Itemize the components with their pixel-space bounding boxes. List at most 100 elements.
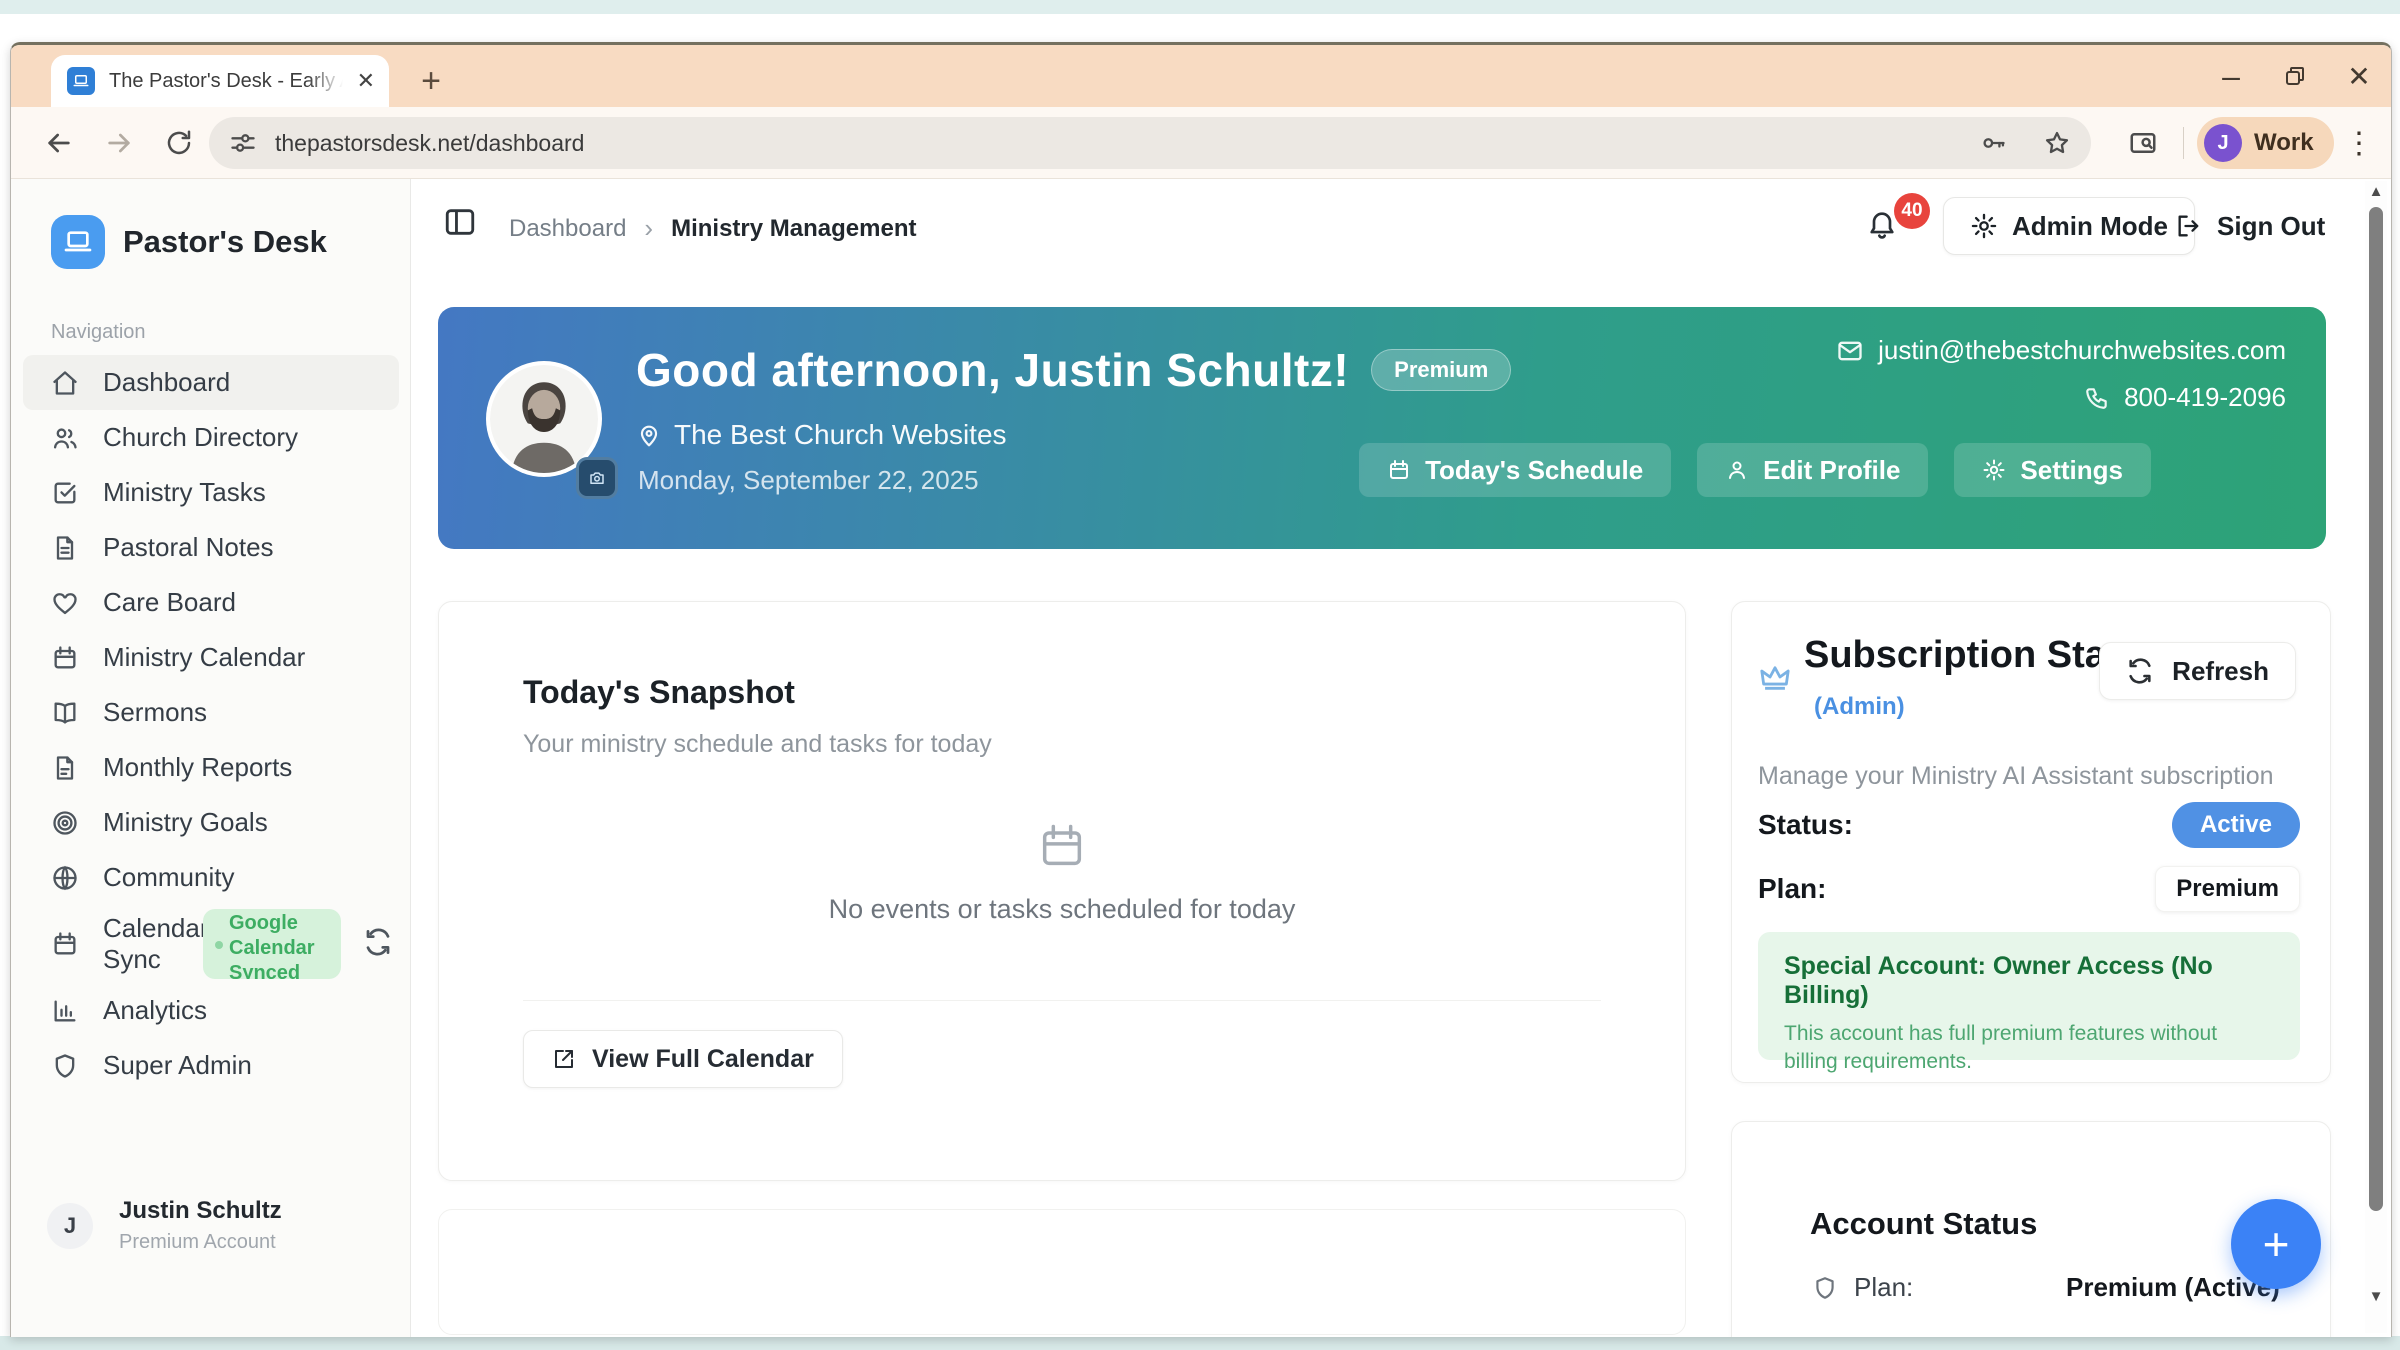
sidebar-item-sermons[interactable]: Sermons bbox=[23, 685, 399, 740]
refresh-icon bbox=[2126, 657, 2154, 685]
tab-close-icon[interactable]: ✕ bbox=[357, 70, 375, 92]
site-settings-icon[interactable] bbox=[229, 129, 257, 157]
book-open-icon bbox=[51, 699, 79, 727]
admin-mode-label: Admin Mode bbox=[2012, 211, 2168, 242]
gear-icon bbox=[1970, 212, 1998, 240]
address-bar[interactable]: thepastorsdesk.net/dashboard bbox=[209, 117, 2091, 169]
users-icon bbox=[51, 424, 79, 452]
sign-out-label: Sign Out bbox=[2217, 211, 2325, 242]
new-tab-button[interactable]: + bbox=[409, 59, 453, 103]
sidebar-item-care-board[interactable]: Care Board bbox=[23, 575, 399, 630]
scroll-up-arrow-icon[interactable]: ▲ bbox=[2365, 183, 2387, 200]
page-scrollbar[interactable]: ▲ ▼ bbox=[2365, 181, 2387, 1333]
tab-strip: The Pastor's Desk - Early Access ✕ + – ✕ bbox=[11, 45, 2391, 107]
greeting-title: Good afternoon, Justin Schultz! bbox=[636, 343, 1349, 397]
calendar-sync-icon bbox=[51, 930, 79, 958]
phone-icon bbox=[2084, 385, 2110, 411]
location-pin-icon bbox=[636, 422, 662, 448]
reload-button[interactable] bbox=[159, 123, 199, 163]
church-name: The Best Church Websites bbox=[674, 419, 1007, 451]
lower-card-partial bbox=[438, 1209, 1686, 1335]
sidebar-item-ministry-goals[interactable]: Ministry Goals bbox=[23, 795, 399, 850]
breadcrumb-chevron-icon: › bbox=[644, 213, 653, 244]
sidebar-item-dashboard[interactable]: Dashboard bbox=[23, 355, 399, 410]
heart-icon bbox=[51, 589, 79, 617]
sidebar: Pastor's Desk Navigation Dashboard Churc… bbox=[11, 179, 411, 1337]
snapshot-title: Today's Snapshot bbox=[523, 674, 795, 711]
special-account-body: This account has full premium features w… bbox=[1784, 1020, 2274, 1076]
sidebar-item-monthly-reports[interactable]: Monthly Reports bbox=[23, 740, 399, 795]
sidebar-item-church-directory[interactable]: Church Directory bbox=[23, 410, 399, 465]
file-text-icon bbox=[51, 534, 79, 562]
settings-gear-icon bbox=[1982, 458, 2006, 482]
forward-button[interactable] bbox=[99, 123, 139, 163]
schedule-calendar-icon bbox=[1387, 458, 1411, 482]
restore-button[interactable] bbox=[2263, 45, 2327, 107]
user-account-type: Premium Account bbox=[119, 1231, 282, 1254]
view-full-calendar-button[interactable]: View Full Calendar bbox=[523, 1030, 843, 1088]
special-account-notice: Special Account: Owner Access (No Billin… bbox=[1758, 932, 2300, 1060]
envelope-icon bbox=[1836, 337, 1864, 365]
sidebar-toggle-icon[interactable] bbox=[443, 205, 477, 239]
browser-profile-chip[interactable]: J Work bbox=[2197, 117, 2334, 169]
browser-tab[interactable]: The Pastor's Desk - Early Access ✕ bbox=[51, 55, 389, 107]
external-link-icon bbox=[552, 1047, 576, 1071]
current-date: Monday, September 22, 2025 bbox=[638, 465, 979, 496]
crown-icon bbox=[1758, 660, 1792, 694]
breadcrumb: Dashboard › Ministry Management bbox=[509, 213, 916, 244]
sidebar-item-analytics[interactable]: Analytics bbox=[23, 983, 399, 1038]
phone-value: 800-419-2096 bbox=[2124, 382, 2286, 413]
settings-button[interactable]: Settings bbox=[1954, 443, 2151, 497]
admin-mode-button[interactable]: Admin Mode bbox=[1943, 197, 2195, 255]
account-plan-row: Plan: bbox=[1812, 1272, 1913, 1303]
screen: The Pastor's Desk - Early Access ✕ + – ✕ bbox=[0, 0, 2400, 1350]
plan-row: Plan: Premium bbox=[1758, 866, 2300, 912]
sidebar-item-pastoral-notes[interactable]: Pastoral Notes bbox=[23, 520, 399, 575]
breadcrumb-current: Ministry Management bbox=[671, 215, 916, 243]
sidebar-user[interactable]: J Justin Schultz Premium Account bbox=[47, 1197, 282, 1254]
status-label: Status: bbox=[1758, 809, 1853, 841]
notifications-button[interactable]: 40 bbox=[1866, 207, 1898, 244]
tab-title: The Pastor's Desk - Early Access bbox=[109, 70, 343, 93]
todays-schedule-button[interactable]: Today's Schedule bbox=[1359, 443, 1671, 497]
google-calendar-synced-badge: Google Calendar Synced bbox=[203, 909, 341, 979]
sync-refresh-icon[interactable] bbox=[363, 927, 393, 957]
snapshot-subtitle: Your ministry schedule and tasks for tod… bbox=[523, 730, 992, 759]
camera-icon bbox=[588, 469, 606, 487]
profile-avatar: J bbox=[2204, 124, 2242, 162]
close-window-button[interactable]: ✕ bbox=[2327, 45, 2391, 107]
bookmark-star-icon[interactable] bbox=[2043, 129, 2071, 157]
refresh-button[interactable]: Refresh bbox=[2099, 642, 2296, 700]
email-value: justin@thebestchurchwebsites.com bbox=[1878, 335, 2286, 366]
shield-icon bbox=[51, 1052, 79, 1080]
status-badge: Active bbox=[2172, 802, 2300, 848]
user-name: Justin Schultz bbox=[119, 1197, 282, 1225]
globe-icon bbox=[51, 864, 79, 892]
password-key-icon[interactable] bbox=[1979, 129, 2007, 157]
breadcrumb-parent[interactable]: Dashboard bbox=[509, 215, 626, 243]
change-photo-button[interactable] bbox=[576, 457, 618, 499]
sidebar-item-super-admin[interactable]: Super Admin bbox=[23, 1038, 399, 1093]
user-avatar: J bbox=[47, 1203, 93, 1249]
add-floating-button[interactable]: + bbox=[2231, 1199, 2321, 1289]
sidebar-item-ministry-tasks[interactable]: Ministry Tasks bbox=[23, 465, 399, 520]
back-button[interactable] bbox=[39, 123, 79, 163]
minimize-button[interactable]: – bbox=[2199, 45, 2263, 107]
sidebar-item-calendar-sync[interactable]: Calendar Sync Google Calendar Synced bbox=[23, 905, 399, 983]
sidebar-item-community[interactable]: Community bbox=[23, 850, 399, 905]
premium-badge: Premium bbox=[1371, 349, 1511, 391]
edit-profile-button[interactable]: Edit Profile bbox=[1697, 443, 1928, 497]
sidebar-item-ministry-calendar[interactable]: Ministry Calendar bbox=[23, 630, 399, 685]
person-icon bbox=[1725, 458, 1749, 482]
scroll-down-arrow-icon[interactable]: ▼ bbox=[2365, 1288, 2387, 1305]
laptop-logo-icon bbox=[51, 215, 105, 269]
sign-out-button[interactable]: Sign Out bbox=[2163, 197, 2337, 255]
special-account-title: Special Account: Owner Access (No Billin… bbox=[1784, 952, 2274, 1010]
profile-label: Work bbox=[2254, 129, 2314, 157]
browser-menu-icon[interactable]: ⋮ bbox=[2339, 123, 2379, 163]
nav-list: Dashboard Church Directory Ministry Task… bbox=[23, 355, 399, 1093]
account-status-title: Account Status bbox=[1810, 1206, 2037, 1242]
plan-label: Plan: bbox=[1758, 873, 1826, 905]
scrollbar-thumb[interactable] bbox=[2369, 207, 2383, 1211]
side-panel-search-icon[interactable] bbox=[2123, 123, 2163, 163]
